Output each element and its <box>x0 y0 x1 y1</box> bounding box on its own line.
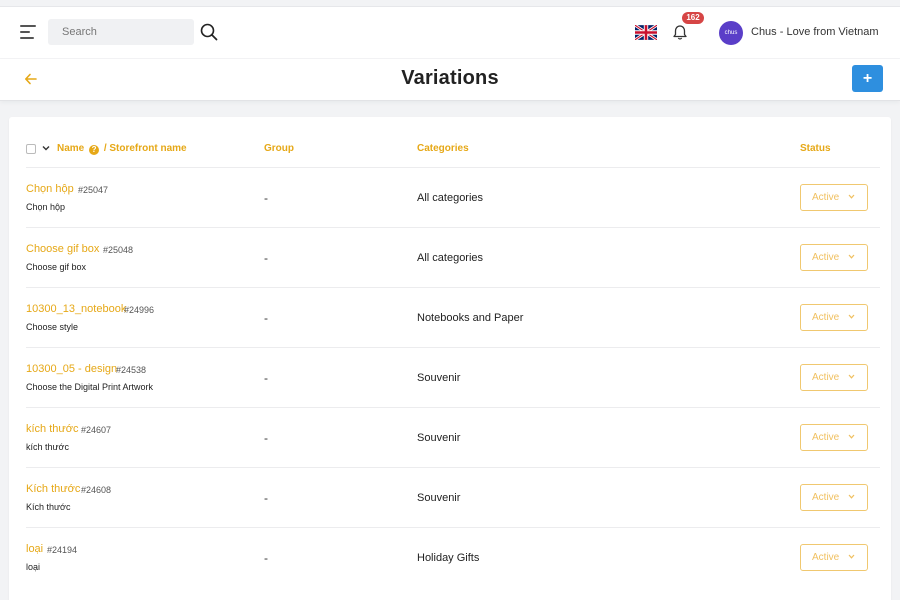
column-header-group[interactable]: Group <box>264 143 294 154</box>
variation-name-link[interactable]: Kích thước <box>26 483 80 495</box>
status-dropdown[interactable]: Active <box>800 184 868 211</box>
status-dropdown[interactable]: Active <box>800 484 868 511</box>
variation-id: #24996 <box>124 305 155 315</box>
storefront-name: Chọn hộp <box>26 202 66 212</box>
group-value: - <box>264 311 268 325</box>
variation-id: #24194 <box>47 545 78 555</box>
column-header-name[interactable]: Name ? / Storefront name <box>57 143 187 155</box>
table-row[interactable]: Chọn hộp #25047 Chọn hộp - All categories Act… <box>26 167 880 227</box>
variation-id: #24538 <box>116 365 147 375</box>
category-value: Holiday Gifts <box>417 552 480 564</box>
status-label: Active <box>812 372 840 383</box>
status-label: Active <box>812 252 840 263</box>
category-value: Souvenir <box>417 492 461 504</box>
storefront-name: Choose gif box <box>26 262 87 272</box>
status-label: Active <box>812 492 840 503</box>
select-all-checkbox[interactable] <box>26 144 36 154</box>
chevron-down-icon <box>848 554 855 559</box>
help-icon[interactable]: ? <box>89 145 100 155</box>
variation-name-link[interactable]: Choose gif box <box>26 243 99 255</box>
category-value: Souvenir <box>417 432 461 444</box>
group-value: - <box>264 491 268 505</box>
bell-icon[interactable] <box>672 24 688 41</box>
status-dropdown[interactable]: Active <box>800 424 868 451</box>
name-header-label: Name <box>57 143 85 154</box>
category-value: All categories <box>417 192 484 204</box>
group-value: - <box>264 551 268 565</box>
menu-icon[interactable] <box>20 25 36 39</box>
storefront-name: Kích thước <box>26 502 71 512</box>
status-dropdown[interactable]: Active <box>800 244 868 271</box>
storefront-name: loại <box>26 562 41 572</box>
avatar[interactable]: chus <box>719 21 743 45</box>
variation-name-link[interactable]: loại <box>26 543 43 555</box>
table-row[interactable]: 10300_05 - design #24538 Choose the Digita… <box>26 347 880 407</box>
chevron-down-icon <box>848 494 855 499</box>
variation-name-link[interactable]: Chọn hộp <box>26 183 74 195</box>
search-icon[interactable] <box>200 23 218 41</box>
chevron-down-icon <box>848 254 855 259</box>
notification-badge: 162 <box>682 12 704 24</box>
group-value: - <box>264 431 268 445</box>
chevron-down-icon[interactable] <box>42 144 50 152</box>
chevron-down-icon <box>848 194 855 199</box>
column-header-categories[interactable]: Categories <box>417 143 469 154</box>
status-dropdown[interactable]: Active <box>800 304 868 331</box>
page-title: Variations <box>401 67 499 89</box>
storefront-name: Choose style <box>26 322 79 332</box>
status-label: Active <box>812 192 840 203</box>
variations-table-card: Name ? / Storefront name Group Categorie… <box>9 117 891 600</box>
variation-id: #25048 <box>103 245 134 255</box>
variation-name-link[interactable]: 10300_13_notebook <box>26 303 126 315</box>
category-value: Souvenir <box>417 372 461 384</box>
status-dropdown[interactable]: Active <box>800 364 868 391</box>
chevron-down-icon <box>848 434 855 439</box>
page-header: Variations + <box>0 59 900 101</box>
group-value: - <box>264 371 268 385</box>
status-label: Active <box>812 552 840 563</box>
variation-id: #24608 <box>81 485 112 495</box>
storefront-header-label: Storefront name <box>109 143 187 154</box>
table-header: Name ? / Storefront name Group Categorie… <box>9 117 891 167</box>
store-name[interactable]: Chus - Love from Vietnam <box>751 26 879 38</box>
column-header-status[interactable]: Status <box>800 143 831 154</box>
top-bar: 162 chus Chus - Love from Vietnam <box>0 6 900 58</box>
group-value: - <box>264 251 268 265</box>
uk-flag-icon[interactable] <box>635 25 657 40</box>
storefront-name: kích thước <box>26 442 69 452</box>
table-row[interactable]: Kích thước #24608 Kích thước - Souvenir Activ… <box>26 467 880 527</box>
status-label: Active <box>812 312 840 323</box>
search-input[interactable] <box>48 19 194 45</box>
variation-name-link[interactable]: 10300_05 - design <box>26 363 117 375</box>
add-variation-button[interactable]: + <box>852 65 883 92</box>
variation-id: #25047 <box>78 185 109 195</box>
table-row[interactable]: 10300_13_notebook #24996 Choose style - Note… <box>26 287 880 347</box>
category-value: Notebooks and Paper <box>417 312 524 324</box>
table-row[interactable]: kích thước #24607 kích thước - Souvenir Activ… <box>26 407 880 467</box>
storefront-name: Choose the Digital Print Artwork <box>26 382 154 392</box>
header-separator: / <box>103 143 107 154</box>
table-row[interactable]: Choose gif box #25048 Choose gif box - All c… <box>26 227 880 287</box>
status-dropdown[interactable]: Active <box>800 544 868 571</box>
variation-name-link[interactable]: kích thước <box>26 423 78 435</box>
group-value: - <box>264 191 268 205</box>
chevron-down-icon <box>848 314 855 319</box>
category-value: All categories <box>417 252 484 264</box>
variation-id: #24607 <box>81 425 112 435</box>
status-label: Active <box>812 432 840 443</box>
chevron-down-icon <box>848 374 855 379</box>
table-row[interactable]: loại #24194 loại - Holiday Gifts Active <box>26 527 880 587</box>
